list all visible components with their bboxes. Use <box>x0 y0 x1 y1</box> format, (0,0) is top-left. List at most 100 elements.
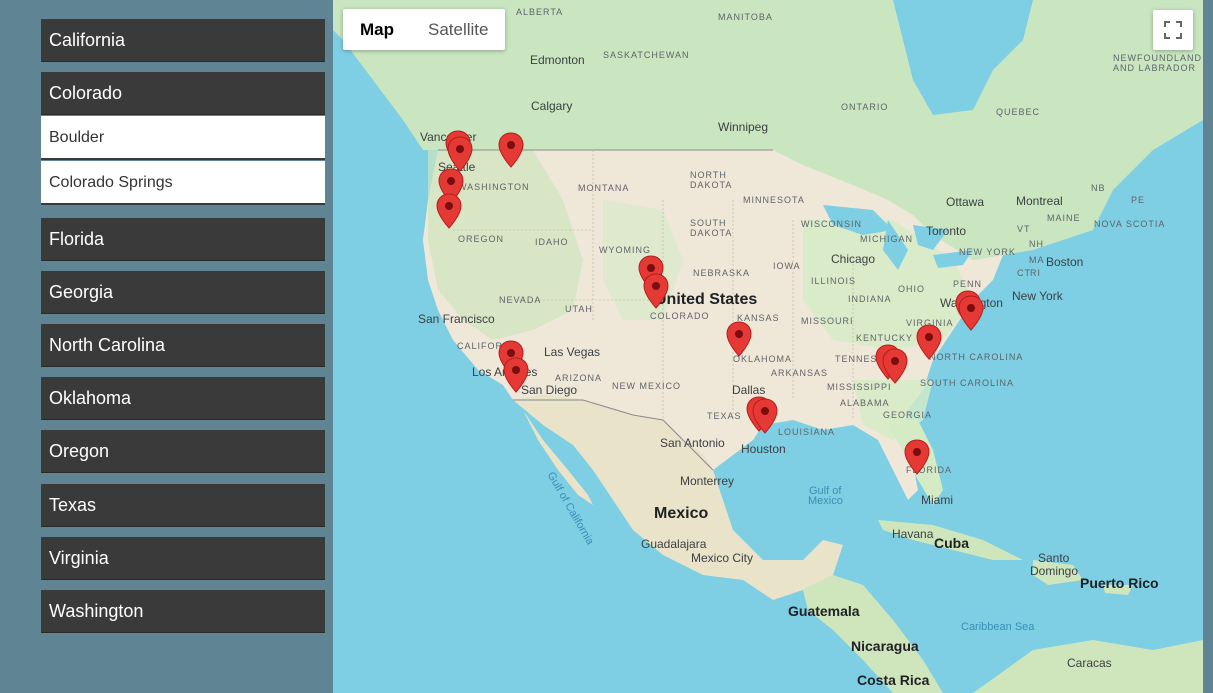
map-marker-icon[interactable] <box>498 132 524 168</box>
label-nebraska: NEBRASKA <box>693 268 751 278</box>
right-edge-strip <box>1203 0 1213 693</box>
label-nevada: NEVADA <box>499 295 542 305</box>
label-north-dakota-1: NORTH <box>690 170 727 180</box>
label-santo-domingo-1: Santo <box>1038 551 1070 565</box>
label-quebec: QUEBEC <box>996 107 1041 117</box>
label-georgia: GEORGIA <box>883 410 933 420</box>
label-nb: NB <box>1091 183 1106 193</box>
label-colorado: COLORADO <box>650 311 710 321</box>
state-list-sidebar: California Colorado Boulder Colorado Spr… <box>0 0 333 693</box>
label-oregon: OREGON <box>458 234 505 244</box>
label-vt: VT <box>1017 224 1031 234</box>
state-north-carolina[interactable]: North Carolina <box>41 324 325 367</box>
label-new-mexico: NEW MEXICO <box>612 381 682 391</box>
label-calgary: Calgary <box>531 99 573 113</box>
label-las-vegas: Las Vegas <box>544 345 601 359</box>
label-minnesota: MINNESOTA <box>743 195 805 205</box>
label-edmonton: Edmonton <box>530 53 585 67</box>
state-texas[interactable]: Texas <box>41 484 325 527</box>
label-north-dakota-2: DAKOTA <box>690 180 733 190</box>
map-marker-icon[interactable] <box>726 321 752 357</box>
label-ma: MA <box>1029 255 1045 265</box>
label-kentucky: KENTUCKY <box>856 333 914 343</box>
label-gulf-of-mexico-2: Mexico <box>808 495 843 507</box>
label-toronto: Toronto <box>926 224 967 238</box>
label-louisiana: LOUISIANA <box>778 427 836 437</box>
label-united-states: United States <box>655 291 758 308</box>
label-nova-scotia: NOVA SCOTIA <box>1094 219 1166 229</box>
map-marker-icon[interactable] <box>916 324 942 360</box>
city-colorado-springs[interactable]: Colorado Springs <box>41 161 325 205</box>
label-alabama: ALABAMA <box>840 398 890 408</box>
label-guatemala: Guatemala <box>788 603 860 619</box>
label-winnipeg: Winnipeg <box>718 120 769 134</box>
map-marker-icon[interactable] <box>447 136 473 172</box>
label-illinois: ILLINOIS <box>811 276 857 286</box>
label-caracas: Caracas <box>1067 656 1112 670</box>
label-san-diego: San Diego <box>521 383 578 397</box>
state-florida[interactable]: Florida <box>41 218 325 261</box>
map-type-map-button[interactable]: Map <box>343 9 411 50</box>
label-maine: MAINE <box>1047 213 1081 223</box>
label-montana: MONTANA <box>578 183 630 193</box>
label-nh: NH <box>1029 239 1044 249</box>
label-ohio: OHIO <box>898 284 926 294</box>
map-marker-icon[interactable] <box>436 193 462 229</box>
label-idaho: IDAHO <box>535 237 569 247</box>
map-marker-icon[interactable] <box>958 295 984 331</box>
map-marker-icon[interactable] <box>503 357 529 393</box>
label-ct: CT <box>1017 268 1031 278</box>
state-oregon[interactable]: Oregon <box>41 430 325 473</box>
map-marker-icon[interactable] <box>752 398 778 434</box>
label-caribbean-sea: Caribbean Sea <box>961 621 1035 633</box>
label-miami: Miami <box>921 493 953 507</box>
label-puerto-rico: Puerto Rico <box>1080 575 1159 591</box>
label-washington-state: WASHINGTON <box>458 182 530 192</box>
label-chicago: Chicago <box>831 252 876 266</box>
label-manitoba: MANITOBA <box>718 12 773 22</box>
label-boston: Boston <box>1046 255 1084 269</box>
label-havana: Havana <box>892 527 934 541</box>
fullscreen-button[interactable] <box>1153 10 1193 50</box>
label-arkansas: ARKANSAS <box>771 368 829 378</box>
label-arizona: ARIZONA <box>555 373 603 383</box>
label-santo-domingo-2: Domingo <box>1030 564 1079 578</box>
state-georgia[interactable]: Georgia <box>41 271 325 314</box>
label-missouri: MISSOURI <box>801 316 854 326</box>
label-utah: UTAH <box>565 304 593 314</box>
label-iowa: IOWA <box>773 261 801 271</box>
label-newfoundland-1: NEWFOUNDLAND <box>1113 53 1203 63</box>
label-wyoming: WYOMING <box>599 245 651 255</box>
label-new-york: New York <box>1012 289 1063 303</box>
label-pe: PE <box>1131 195 1146 205</box>
map-marker-icon[interactable] <box>882 348 908 384</box>
label-ottawa: Ottawa <box>946 195 985 209</box>
label-texas: TEXAS <box>707 411 742 421</box>
map-marker-icon[interactable] <box>643 273 669 309</box>
label-alberta: ALBERTA <box>516 7 564 17</box>
label-south-carolina: SOUTH CAROLINA <box>920 378 1015 388</box>
label-south-dakota-1: SOUTH <box>690 218 727 228</box>
label-michigan: MICHIGAN <box>860 234 913 244</box>
map-marker-icon[interactable] <box>904 439 930 475</box>
label-costa-rica: Costa Rica <box>857 672 930 688</box>
state-oklahoma[interactable]: Oklahoma <box>41 377 325 420</box>
state-california[interactable]: California <box>41 19 325 62</box>
state-washington[interactable]: Washington <box>41 590 325 633</box>
city-boulder[interactable]: Boulder <box>41 116 325 160</box>
fullscreen-icon <box>1164 21 1182 39</box>
label-houston: Houston <box>741 442 786 456</box>
label-south-dakota-2: DAKOTA <box>690 228 733 238</box>
map-type-satellite-button[interactable]: Satellite <box>411 9 505 50</box>
label-saskatchewan: SASKATCHEWAN <box>603 50 690 60</box>
map-canvas[interactable]: Map Satellite ALBERTA MANITOBA SASKATCHE… <box>333 0 1203 693</box>
label-mexico: Mexico <box>654 505 709 522</box>
label-guadalajara: Guadalajara <box>641 537 707 551</box>
state-colorado[interactable]: Colorado <box>41 72 325 115</box>
map-type-control: Map Satellite <box>343 9 506 50</box>
state-virginia[interactable]: Virginia <box>41 537 325 580</box>
label-ri: RI <box>1030 268 1041 278</box>
label-penn: PENN <box>953 279 983 289</box>
label-newfoundland-2: AND LABRADOR <box>1113 63 1197 73</box>
label-san-antonio: San Antonio <box>660 436 725 450</box>
